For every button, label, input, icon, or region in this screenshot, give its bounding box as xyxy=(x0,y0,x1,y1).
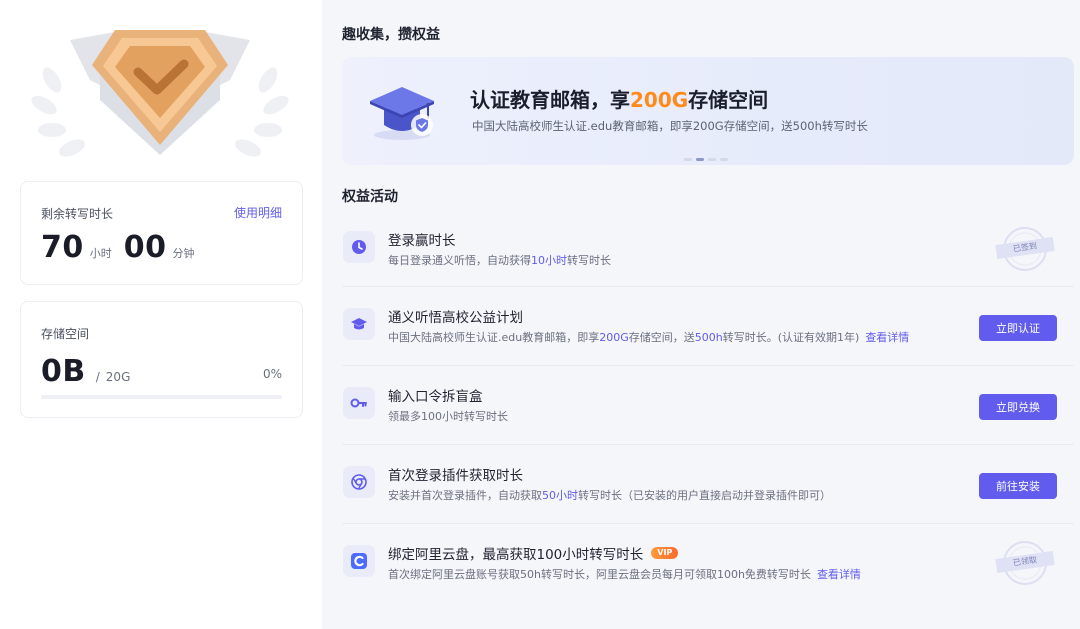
usage-details-link[interactable]: 使用明细 xyxy=(234,204,282,221)
hours-unit: 小时 xyxy=(89,247,112,260)
activity-desc: 领最多100小时转写时长 xyxy=(388,410,508,423)
activities-section-title: 权益活动 xyxy=(342,189,398,205)
right-panel: 趣收集，攒权益 认证教育邮箱，享200G存储空间 中国大陆高校师生认证.edu教… xyxy=(322,0,1080,629)
remaining-time-value: 70 小时 00 分钟 xyxy=(41,230,207,265)
desc-highlight: 500h xyxy=(694,331,723,344)
activity-code-blind-box: 输入口令拆盲盒 领最多100小时转写时长 立即兑换 xyxy=(342,366,1074,445)
carousel-dot[interactable] xyxy=(684,158,692,161)
storage-label: 存储空间 xyxy=(41,327,90,341)
desc-text: 中国大陆高校师生认证.edu教育邮箱，即享 xyxy=(388,331,600,344)
verify-now-button[interactable]: 立即认证 xyxy=(979,315,1057,341)
activity-desc: 每日登录通义听悟，自动获得10小时转写时长 xyxy=(388,252,611,268)
storage-used: 0B xyxy=(41,354,86,389)
banner-subtitle: 中国大陆高校师生认证.edu教育邮箱，即享200G存储空间，送500h转写时长 xyxy=(472,119,868,133)
desc-text: 转写时长。(认证有效期1年) xyxy=(722,331,860,344)
storage-progress-bar xyxy=(41,395,282,399)
hours-value: 70 xyxy=(41,230,84,265)
signed-in-stamp: 已签到 xyxy=(995,226,1055,272)
desc-text: 首次绑定阿里云盘账号获取50h转写时长，阿里云盘会员每月可领取100h免费转写时… xyxy=(388,568,811,581)
key-icon xyxy=(343,387,375,419)
desc-highlight: 50小时 xyxy=(542,489,578,502)
banner-headline-highlight: 200G xyxy=(630,88,689,112)
desc-text: 转写时长 xyxy=(567,254,611,267)
carousel-dot[interactable] xyxy=(708,158,716,161)
claimed-stamp: 已领取 xyxy=(995,540,1055,586)
carousel-dots[interactable] xyxy=(684,158,728,161)
activity-desc: 安装并首次登录插件，自动获取50小时转写时长（已安装的用户直接启动并登录插件即可… xyxy=(388,487,831,503)
storage-card: 存储空间 0B / 20G 0% xyxy=(20,301,303,418)
desc-text: 存储空间，送 xyxy=(628,331,695,344)
desc-text: 每日登录通义听悟，自动获得 xyxy=(388,254,531,267)
diamond-shield-badge-icon xyxy=(31,30,289,157)
aliyun-drive-icon xyxy=(343,545,375,577)
activity-title: 输入口令拆盲盒 xyxy=(388,389,483,405)
minutes-value: 00 xyxy=(123,230,167,265)
storage-percent: 0% xyxy=(262,367,282,381)
activity-title: 通义听悟高校公益计划 xyxy=(388,310,523,326)
activity-title: 绑定阿里云盘，最高获取100小时转写时长 VIP xyxy=(388,543,679,563)
storage-separator: / xyxy=(95,370,100,384)
storage-value: 0B / 20G xyxy=(41,354,130,389)
chrome-icon xyxy=(343,466,375,498)
level-badge xyxy=(30,10,290,170)
activity-title-text: 绑定阿里云盘，最高获取100小时转写时长 xyxy=(388,547,644,563)
carousel-dot[interactable] xyxy=(720,158,728,161)
graduation-cap-icon xyxy=(343,308,375,340)
desc-highlight: 10小时 xyxy=(531,254,567,267)
storage-total: 20G xyxy=(105,370,131,384)
go-install-button[interactable]: 前往安装 xyxy=(979,473,1057,499)
remaining-time-card: 剩余转写时长 使用明细 70 小时 00 分钟 xyxy=(20,181,303,285)
activity-bind-aliyun-drive: 绑定阿里云盘，最高获取100小时转写时长 VIP 首次绑定阿里云盘账号获取50h… xyxy=(342,524,1074,603)
activity-desc: 中国大陆高校师生认证.edu教育邮箱，即享200G存储空间，送500h转写时长。… xyxy=(388,329,909,345)
desc-text: 转写时长（已安装的用户直接启动并登录插件即可） xyxy=(578,489,831,502)
desc-text: 安装并首次登录插件，自动获取 xyxy=(388,489,542,502)
graduation-cap-shield-icon xyxy=(370,87,434,140)
redeem-now-button[interactable]: 立即兑换 xyxy=(979,394,1057,420)
carousel-dot[interactable] xyxy=(696,158,704,161)
activity-plugin-login: 首次登录插件获取时长 安装并首次登录插件，自动获取50小时转写时长（已安装的用户… xyxy=(342,445,1074,524)
banner-headline: 认证教育邮箱，享200G存储空间 xyxy=(470,84,768,113)
view-details-link[interactable]: 查看详情 xyxy=(817,568,861,581)
banner-headline-pre: 认证教育邮箱，享 xyxy=(470,88,630,112)
activity-desc: 首次绑定阿里云盘账号获取50h转写时长，阿里云盘会员每月可领取100h免费转写时… xyxy=(388,566,861,582)
clock-icon xyxy=(343,231,375,263)
desc-highlight: 200G xyxy=(599,331,629,344)
remaining-time-label: 剩余转写时长 xyxy=(41,207,114,221)
promo-banner[interactable]: 认证教育邮箱，享200G存储空间 中国大陆高校师生认证.edu教育邮箱，即享20… xyxy=(342,57,1074,165)
activities-list: 登录赢时长 每日登录通义听悟，自动获得10小时转写时长 已签到 通义听悟高校公益… xyxy=(342,210,1074,603)
activity-campus-program: 通义听悟高校公益计划 中国大陆高校师生认证.edu教育邮箱，即享200G存储空间… xyxy=(342,287,1074,366)
vip-badge: VIP xyxy=(651,547,679,559)
collect-section-title: 趣收集，攒权益 xyxy=(342,27,440,43)
minutes-unit: 分钟 xyxy=(172,247,195,260)
view-details-link[interactable]: 查看详情 xyxy=(865,331,909,344)
banner-headline-post: 存储空间 xyxy=(688,88,769,112)
left-panel: 剩余转写时长 使用明细 70 小时 00 分钟 存储空间 0B / 20G 0% xyxy=(0,0,322,629)
activity-title: 登录赢时长 xyxy=(388,233,456,249)
activity-login-reward: 登录赢时长 每日登录通义听悟，自动获得10小时转写时长 已签到 xyxy=(342,210,1074,287)
activity-title: 首次登录插件获取时长 xyxy=(388,468,523,484)
